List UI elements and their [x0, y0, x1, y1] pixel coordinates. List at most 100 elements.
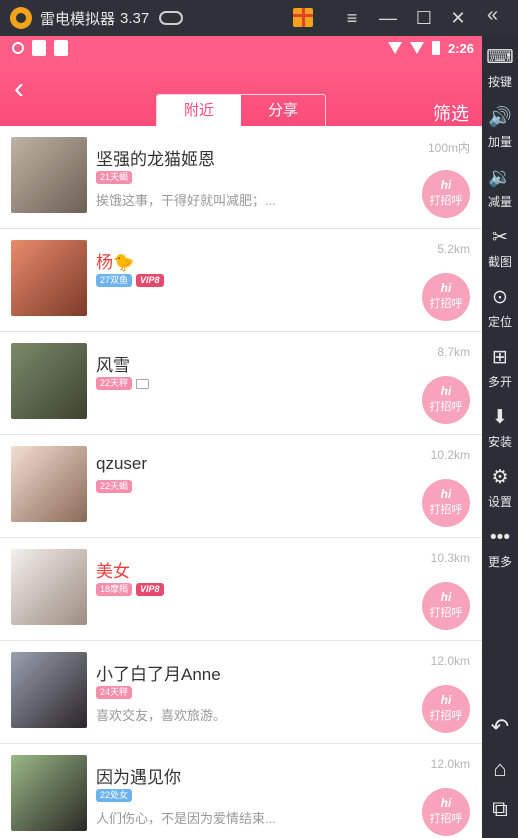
multi-open-icon: ⊞	[492, 347, 508, 368]
maximize-button[interactable]: ☐	[412, 6, 436, 30]
notification-icon	[12, 42, 24, 54]
heart-hi-icon: hi	[440, 487, 452, 501]
greet-button[interactable]: hi 打招呼	[422, 582, 470, 630]
heart-hi-icon: hi	[440, 796, 452, 810]
age-zodiac-badge: 22天蝎	[96, 480, 133, 493]
volume-up-icon: 🔊	[488, 107, 512, 128]
user-list: 坚强的龙猫姬恩 21天蝎 挨饿这事，干得好就叫减肥；... 100m内 hi 打招呼 杨🐤 2…	[0, 126, 482, 838]
user-tags: 18摩羯 VIP8	[96, 583, 164, 596]
user-avatar[interactable]	[11, 240, 87, 316]
sidebar-item-label: 截图	[487, 255, 512, 269]
heart-hi-icon: hi	[440, 281, 452, 295]
user-list-item[interactable]: 坚强的龙猫姬恩 21天蝎 挨饿这事，干得好就叫减肥；... 100m内 hi 打招呼	[0, 126, 482, 229]
greet-button[interactable]: hi 打招呼	[422, 170, 470, 218]
sidebar-item-label: 设置	[487, 495, 512, 509]
apk-install-icon: ⬇	[492, 407, 508, 428]
greet-button-label: 打招呼	[429, 401, 463, 413]
user-avatar[interactable]	[11, 652, 87, 728]
sidebar-item-apk-install[interactable]: ⬇ 安装	[482, 406, 518, 450]
sidebar-item-label: 安装	[487, 435, 512, 449]
signal-icon	[409, 42, 424, 54]
location-icon: ⊙	[492, 287, 508, 308]
sidebar-item-location[interactable]: ⊙ 定位	[482, 286, 518, 330]
sidebar-item-keyboard[interactable]: ⌨ 按键	[482, 46, 518, 90]
heart-hi-icon: hi	[440, 693, 452, 707]
sidebar-item-label: 多开	[487, 375, 512, 389]
emulator-name: 雷电模拟器	[40, 10, 116, 28]
user-name-text: 杨	[96, 253, 113, 272]
greet-button[interactable]: hi 打招呼	[422, 376, 470, 424]
greet-button-label: 打招呼	[429, 195, 463, 207]
notification-icon	[54, 40, 68, 56]
user-avatar[interactable]	[11, 137, 87, 213]
sidebar-item-label: 加量	[487, 135, 512, 149]
user-list-item[interactable]: qzuser 22天蝎 10.2km hi 打招呼	[0, 435, 482, 538]
user-distance: 10.3km	[430, 551, 470, 565]
greet-button-label: 打招呼	[429, 710, 463, 722]
age-zodiac-badge: 27双鱼	[96, 274, 133, 287]
recents-icon[interactable]: ⧉	[482, 796, 518, 822]
user-list-item[interactable]: 杨🐤 27双鱼 VIP8 5.2km hi 打招呼	[0, 229, 482, 332]
user-name: 坚强的龙猫姬恩	[96, 145, 215, 170]
user-avatar[interactable]	[11, 549, 87, 625]
sidebar-item-more[interactable]: ••• 更多	[482, 526, 518, 570]
collapse-sidebar-button[interactable]: «	[487, 4, 498, 27]
user-avatar[interactable]	[11, 755, 87, 831]
user-list-item[interactable]: 小了白了月Anne 24天秤 喜欢交友，喜欢旅游。 12.0km hi 打招呼	[0, 641, 482, 744]
user-avatar[interactable]	[11, 446, 87, 522]
sidebar-item-label: 减量	[487, 195, 512, 209]
user-name: 因为遇见你	[96, 763, 181, 788]
age-zodiac-badge: 22处女	[96, 789, 133, 802]
user-name: 杨🐤	[96, 248, 134, 273]
user-list-item[interactable]: 风雪 22天秤 8.7km hi 打招呼	[0, 332, 482, 435]
sidebar-item-volume-down[interactable]: 🔉 减量	[482, 166, 518, 210]
user-list-item[interactable]: 因为遇见你 22处女 人们伤心，不是因为爱情结束... 12.0km hi 打招呼	[0, 744, 482, 838]
phone-screen: 2:26 ‹ 附近 分享 筛选 坚强的龙猫姬恩 21天蝎 挨饿这事，干得好就叫减肥；…	[0, 36, 482, 838]
user-name-text: 风雪	[96, 356, 130, 375]
user-distance: 12.0km	[430, 654, 470, 668]
heart-hi-icon: hi	[440, 384, 452, 398]
user-signature: 挨饿这事，干得好就叫减肥；...	[96, 193, 276, 208]
sidebar-item-scissors[interactable]: ✂ 截图	[482, 226, 518, 270]
sidebar-item-multi-open[interactable]: ⊞ 多开	[482, 346, 518, 390]
home-icon[interactable]: ⌂	[482, 756, 518, 782]
vip-badge: VIP8	[136, 274, 164, 287]
sidebar-item-volume-up[interactable]: 🔊 加量	[482, 106, 518, 150]
heart-hi-icon: hi	[440, 178, 452, 192]
user-avatar[interactable]	[11, 343, 87, 419]
gift-icon[interactable]	[293, 8, 313, 27]
user-name: 美女	[96, 557, 130, 582]
greet-button[interactable]: hi 打招呼	[422, 479, 470, 527]
name-emoji-icon: 🐤	[113, 253, 135, 272]
menu-button[interactable]: ≡	[340, 6, 364, 30]
greet-button[interactable]: hi 打招呼	[422, 788, 470, 836]
minimize-button[interactable]: —	[376, 6, 400, 30]
keyboard-icon: ⌨	[486, 47, 514, 68]
sidebar-item-settings[interactable]: ⚙ 设置	[482, 466, 518, 510]
greet-button[interactable]: hi 打招呼	[422, 273, 470, 321]
age-zodiac-badge: 22天秤	[96, 377, 133, 390]
greet-button-label: 打招呼	[429, 504, 463, 516]
user-name-text: 因为遇见你	[96, 768, 181, 787]
status-bar: 2:26	[0, 36, 482, 60]
tab-share[interactable]: 分享	[241, 95, 325, 127]
user-list-item[interactable]: 美女 18摩羯 VIP8 10.3km hi 打招呼	[0, 538, 482, 641]
emulator-version: 3.37	[120, 9, 150, 27]
user-tags: 22处女	[96, 789, 133, 802]
tab-switcher: 附近 分享	[156, 94, 326, 128]
gamepad-icon[interactable]	[159, 11, 184, 25]
greet-button-label: 打招呼	[429, 813, 463, 825]
user-tags: 24天秤	[96, 686, 133, 699]
user-distance: 100m内	[427, 141, 470, 155]
age-zodiac-badge: 24天秤	[96, 686, 133, 699]
greet-button[interactable]: hi 打招呼	[422, 685, 470, 733]
age-zodiac-badge: 18摩羯	[96, 583, 133, 596]
photo-icon	[136, 378, 150, 389]
notification-icon	[32, 40, 46, 56]
user-signature: 喜欢交友，喜欢旅游。	[96, 708, 227, 723]
filter-button[interactable]: 筛选	[433, 100, 469, 126]
tab-nearby[interactable]: 附近	[157, 95, 241, 127]
close-button[interactable]: ✕	[446, 6, 470, 30]
back-icon[interactable]: ↶	[482, 714, 518, 740]
back-arrow-icon[interactable]: ‹	[14, 74, 24, 104]
